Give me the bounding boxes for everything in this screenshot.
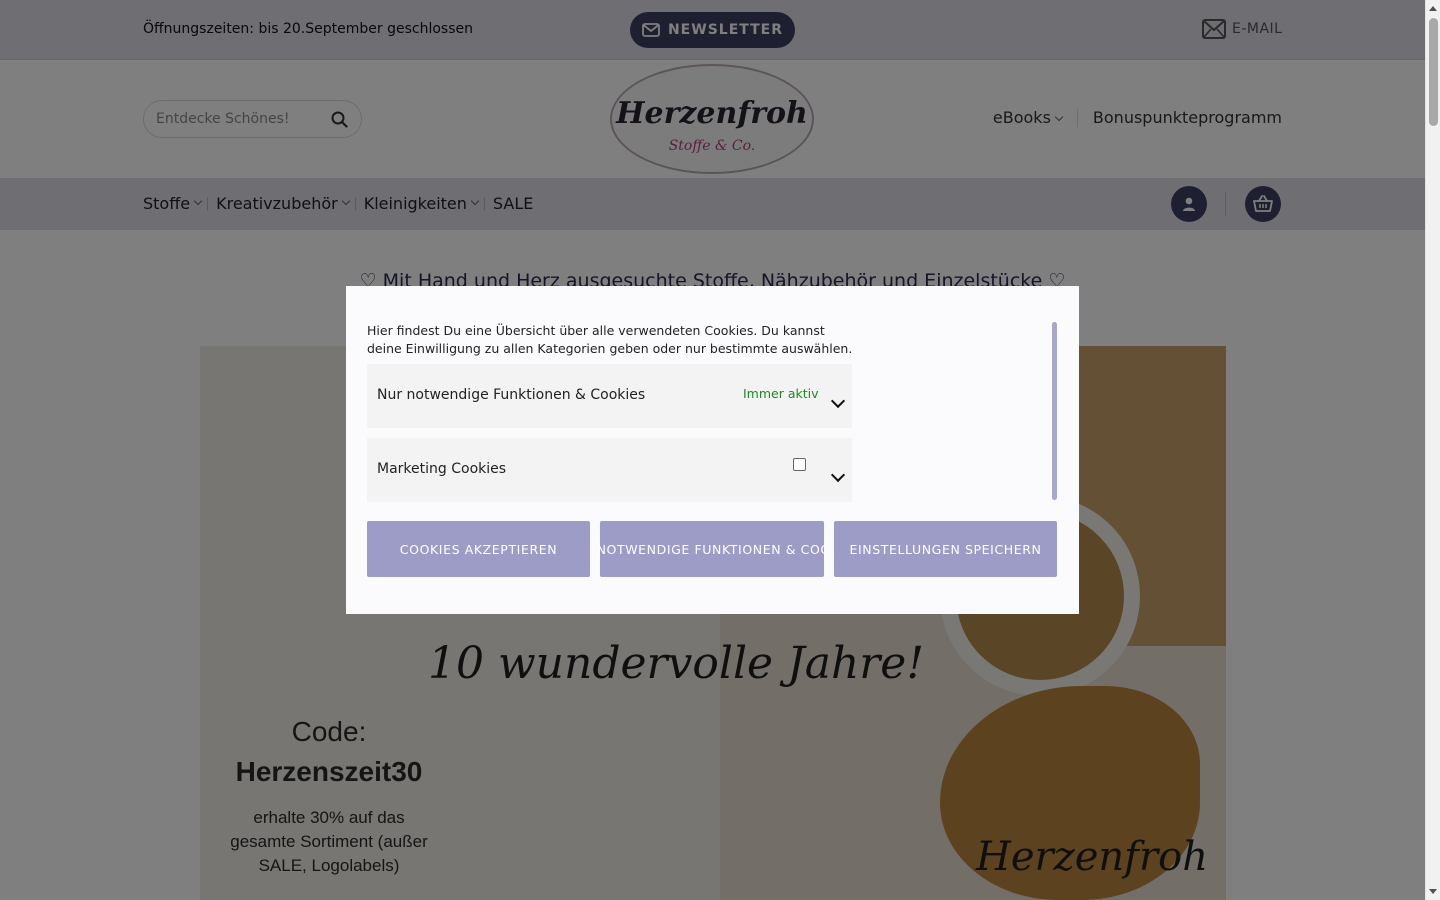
cookie-category-title: Marketing Cookies — [377, 461, 507, 477]
scrollbar-thumb[interactable] — [1429, 18, 1438, 126]
page-scrollbar[interactable] — [1425, 0, 1440, 900]
necessary-only-button[interactable]: NUR NOTWENDIGE FUNKTIONEN & COOKIES — [600, 521, 824, 577]
cookie-settings-scroll-area: Hier findest Du eine Übersicht über alle… — [367, 322, 1057, 502]
cookie-list-scrollbar[interactable] — [1052, 322, 1057, 500]
cookie-intro-text: Hier findest Du eine Übersicht über alle… — [367, 323, 853, 356]
cookie-category-necessary[interactable]: Nur notwendige Funktionen & Cookies Imme… — [367, 364, 852, 428]
scroll-up-arrow-icon[interactable] — [1429, 6, 1437, 11]
save-settings-button[interactable]: EINSTELLUNGEN SPEICHERN — [834, 521, 1057, 577]
cookie-list-scrollbar-thumb[interactable] — [1052, 322, 1057, 500]
cookie-consent-dialog: Hier findest Du eine Übersicht über alle… — [346, 286, 1079, 614]
chevron-down-icon[interactable] — [830, 393, 846, 409]
cookie-category-title: Nur notwendige Funktionen & Cookies — [377, 387, 646, 403]
scroll-down-arrow-icon[interactable] — [1429, 889, 1437, 894]
accept-cookies-button[interactable]: COOKIES AKZEPTIEREN — [367, 521, 590, 577]
always-active-badge: Immer aktiv — [743, 386, 819, 401]
chevron-down-icon[interactable] — [830, 467, 846, 483]
cookie-category-marketing[interactable]: Marketing Cookies — [367, 438, 852, 502]
marketing-cookies-checkbox[interactable] — [793, 458, 806, 471]
